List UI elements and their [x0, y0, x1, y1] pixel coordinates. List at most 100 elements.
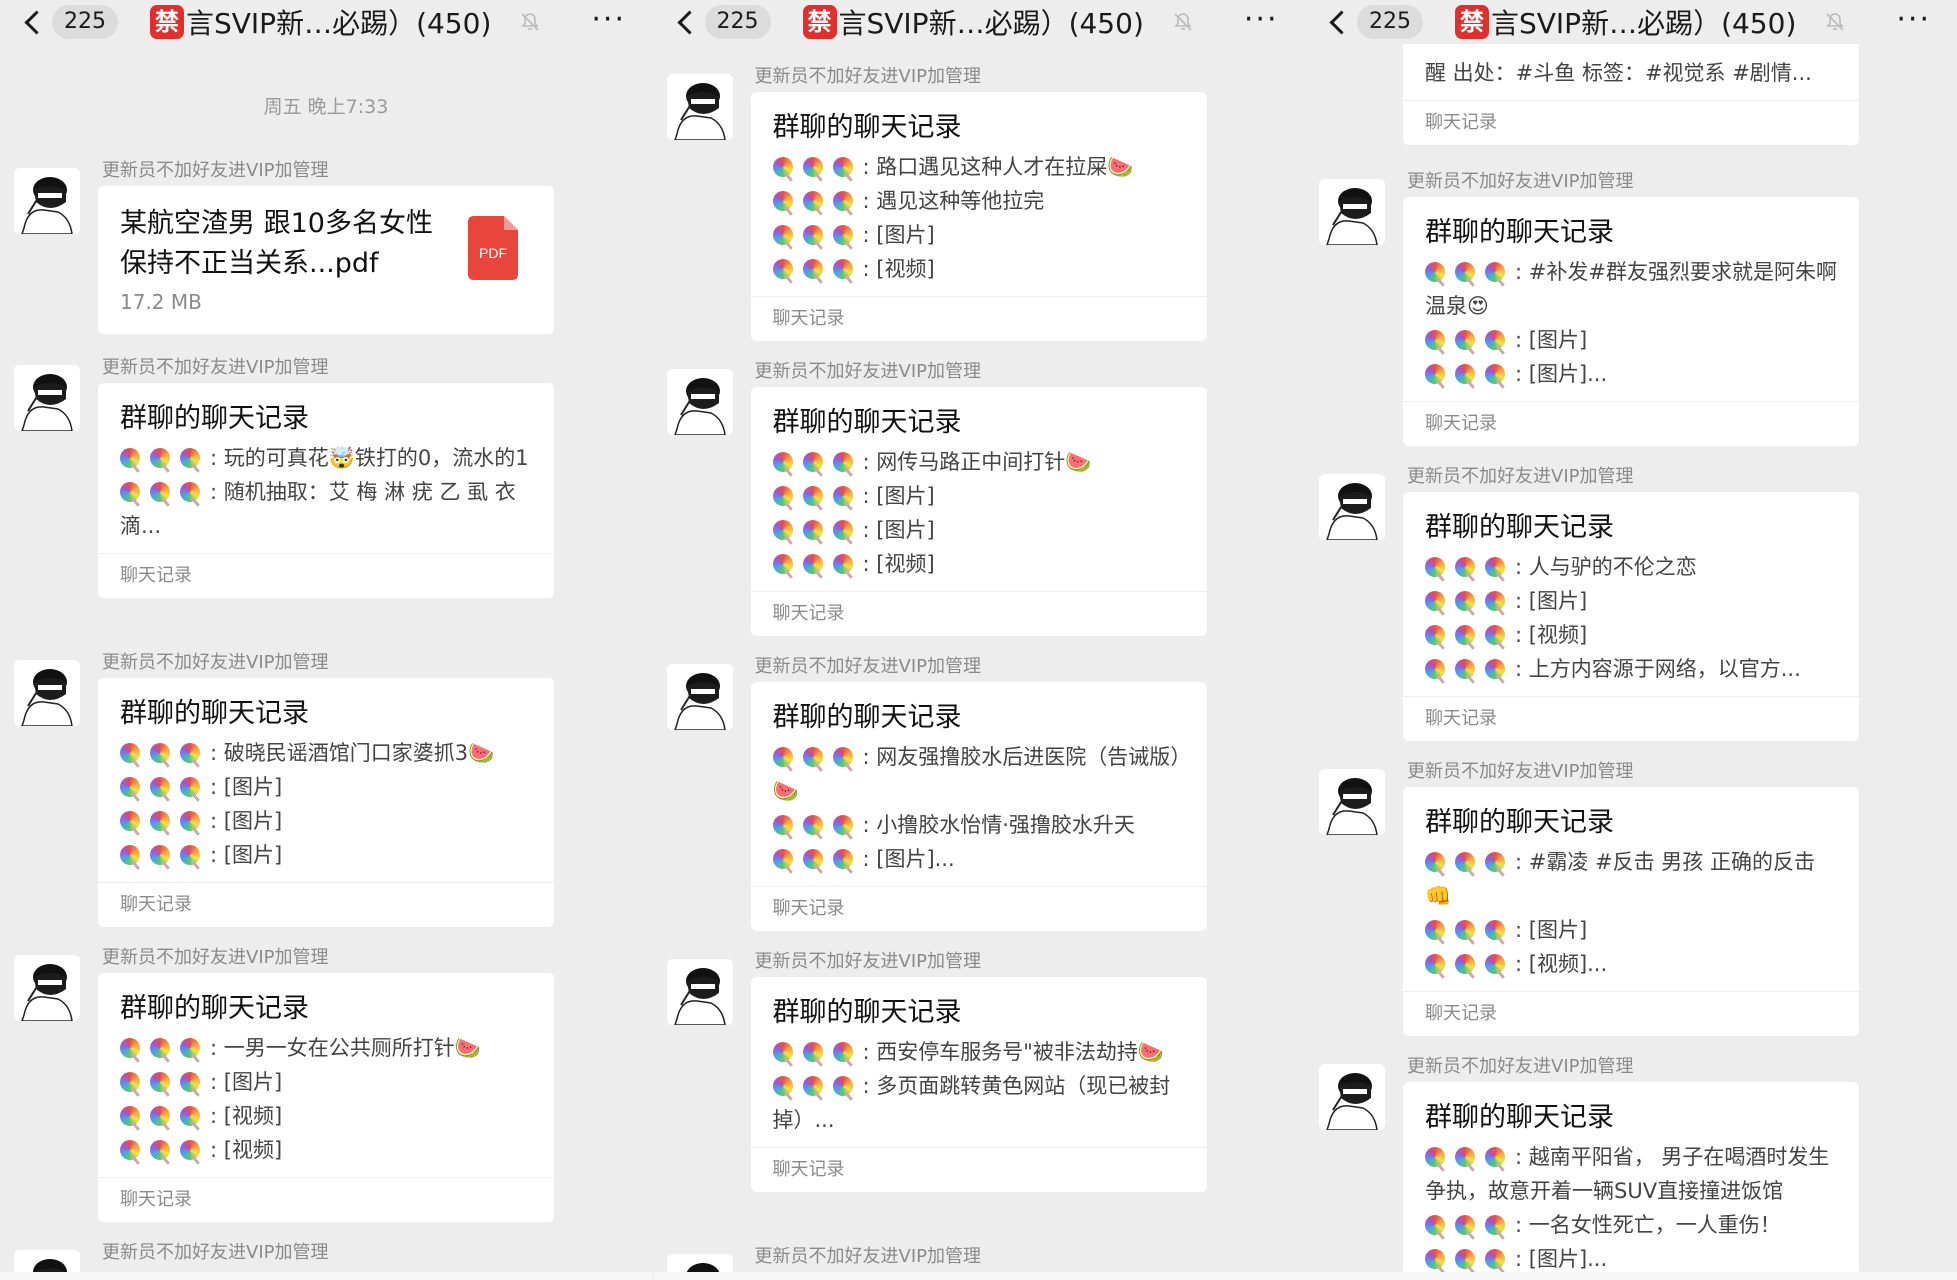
card-footer: 聊天记录 [1425, 112, 1497, 133]
message-list[interactable]: 醒 出处：#斗鱼 标签：#视觉系 #剧情... 聊天记录 更新员不加好友进VIP… [1305, 44, 1957, 1272]
sender-name: 更新员不加好友进VIP加管理 [102, 652, 329, 673]
record-line: : [图片] [772, 513, 1185, 547]
message-list[interactable]: 周五 晚上7:33 更新员不加好友进VIP加管理 某航空渣男 跟10多名女性保持… [0, 44, 652, 1272]
nav-bar: 225 禁 言SVIP新…必踢）(450) ··· [1305, 0, 1957, 44]
unread-count-badge[interactable]: 225 [1357, 5, 1423, 39]
record-line: : [视频] [1425, 618, 1837, 652]
message-list[interactable]: 更新员不加好友进VIP加管理 群聊的聊天记录 : 路口遇见这种人才在拉屎🍉 : … [653, 44, 1305, 1272]
record-line: : 遇见这种等他拉完 [772, 184, 1185, 218]
card-footer: 聊天记录 [120, 1189, 192, 1210]
mute-bell-icon [1172, 11, 1194, 33]
record-line: : [视频] [772, 252, 1185, 286]
record-line: : 越南平阳省， 男子在喝酒时发生争执，故意开着一辆SUV直接撞进饭馆 [1425, 1145, 1830, 1203]
avatar[interactable] [14, 168, 80, 234]
record-line: : [图片]... [1425, 357, 1837, 391]
avatar[interactable] [1319, 179, 1385, 245]
chat-panel-3: 225 禁 言SVIP新…必踢）(450) ··· 醒 出处：#斗鱼 标签：#视… [1305, 0, 1957, 1280]
group-title: 言SVIP新…必踢）(450) [186, 7, 492, 40]
record-line: : 破晓民谣酒馆门口家婆抓3🍉 [120, 736, 532, 770]
avatar[interactable] [666, 959, 733, 1025]
sender-name: 更新员不加好友进VIP加管理 [102, 160, 329, 181]
avatar[interactable] [14, 660, 80, 726]
nav-bar: 225 禁 言SVIP新…必踢）(450) ··· [652, 0, 1305, 44]
sender-name: 更新员不加好友进VIP加管理 [754, 361, 981, 382]
record-line: : 上方内容源于网络，以官方... [1425, 652, 1837, 686]
chat-record-card[interactable]: 群聊的聊天记录 : #霸凌 #反击 男孩 正确的反击👊 : [图片] : [视频… [1403, 787, 1859, 1036]
card-title: 群聊的聊天记录 [772, 702, 962, 733]
chat-record-card[interactable]: 群聊的聊天记录 : 一男一女在公共厕所打针🍉 : [图片] : [视频] : [… [98, 973, 554, 1222]
sender-name: 更新员不加好友进VIP加管理 [754, 1246, 981, 1267]
group-title-wrap[interactable]: 禁 言SVIP新…必踢）(450) [150, 2, 491, 42]
bottom-bar [0, 1272, 652, 1280]
record-line: : 网传马路正中间打针🍉 [772, 445, 1185, 479]
card-footer: 聊天记录 [1425, 708, 1497, 729]
sender-name: 更新员不加好友进VIP加管理 [102, 1242, 329, 1263]
record-line: : #补发#群友强烈要求就是阿朱啊 温泉😍 [1425, 260, 1837, 318]
record-line: : 西安停车服务号"被非法劫持🍉 [772, 1035, 1185, 1069]
group-title: 言SVIP新…必踢）(450) [838, 7, 1144, 40]
sender-name: 更新员不加好友进VIP加管理 [1407, 761, 1634, 782]
file-message-bubble[interactable]: 某航空渣男 跟10多名女性保持不正当关系...pdf 17.2 MB PDF [98, 186, 554, 334]
back-arrow-icon[interactable] [20, 7, 46, 37]
chat-record-card[interactable]: 群聊的聊天记录 : #补发#群友强烈要求就是阿朱啊 温泉😍 : [图片] : [… [1403, 197, 1859, 446]
record-line: : [图片] [120, 804, 532, 838]
screenshot-collage: 225 禁 言SVIP新…必踢）(450) ··· 周五 晚上7:33 更新员不… [0, 0, 1957, 1280]
chat-record-card[interactable]: 群聊的聊天记录 : 人与驴的不伦之恋 : [图片] : [视频] : 上方内容源… [1403, 492, 1859, 741]
record-line: : 一男一女在公共厕所打针🍉 [120, 1031, 532, 1065]
more-options-icon[interactable]: ··· [1896, 5, 1931, 35]
record-line: : [视频] [120, 1133, 532, 1167]
record-line: : 随机抽取：艾 梅 淋 疣 乙 虱 衣 滴... [120, 480, 516, 538]
avatar[interactable] [14, 365, 80, 431]
avatar[interactable] [1319, 769, 1385, 835]
pdf-file-icon: PDF [468, 216, 518, 280]
record-line: : 人与驴的不伦之恋 [1425, 550, 1837, 584]
chat-panel-2: 225 禁 言SVIP新…必踢）(450) ··· 更新员不加好友进VIP加管理… [652, 0, 1305, 1280]
group-title-wrap[interactable]: 禁 言SVIP新…必踢）(450) [802, 2, 1144, 42]
avatar[interactable] [666, 369, 733, 435]
record-line: : 路口遇见这种人才在拉屎🍉 [772, 150, 1185, 184]
unread-count-badge[interactable]: 225 [52, 5, 118, 39]
pdf-icon-label: PDF [479, 245, 507, 261]
card-footer: 聊天记录 [120, 894, 192, 915]
avatar[interactable] [14, 1250, 80, 1272]
unread-count-badge[interactable]: 225 [704, 5, 771, 39]
more-options-icon[interactable]: ··· [1244, 5, 1279, 35]
chat-record-card[interactable]: 群聊的聊天记录 : 越南平阳省， 男子在喝酒时发生争执，故意开着一辆SUV直接撞… [1403, 1082, 1859, 1272]
group-title: 言SVIP新…必踢）(450) [1491, 7, 1797, 40]
record-line: : [图片] [120, 770, 532, 804]
chat-record-card[interactable]: 醒 出处：#斗鱼 标签：#视觉系 #剧情... 聊天记录 [1403, 44, 1859, 145]
record-line: 醒 出处：#斗鱼 标签：#视觉系 #剧情... [1425, 61, 1812, 85]
avatar[interactable] [1319, 1064, 1385, 1130]
avatar[interactable] [14, 955, 80, 1021]
card-footer: 聊天记录 [772, 1159, 845, 1180]
record-line: : [图片] [1425, 584, 1837, 618]
avatar[interactable] [1319, 474, 1385, 540]
back-arrow-icon[interactable] [1325, 7, 1351, 37]
sender-name: 更新员不加好友进VIP加管理 [102, 947, 329, 968]
sender-name: 更新员不加好友进VIP加管理 [754, 951, 981, 972]
sender-name: 更新员不加好友进VIP加管理 [754, 66, 981, 87]
record-line: : 多页面跳转黄色网站（现已被封掉）... [772, 1074, 1171, 1132]
file-name: 某航空渣男 跟10多名女性保持不正当关系...pdf [120, 208, 433, 279]
chat-record-card[interactable]: 群聊的聊天记录 : 玩的可真花🤯铁打的0，流水的1 : 随机抽取：艾 梅 淋 疣… [98, 383, 554, 598]
avatar[interactable] [666, 664, 733, 730]
card-title: 群聊的聊天记录 [1425, 217, 1614, 248]
chat-record-card[interactable]: 群聊的聊天记录 : 网传马路正中间打针🍉 : [图片] : [图片] : [视频… [750, 387, 1207, 636]
ban-tag: 禁 [150, 5, 184, 39]
chat-record-card[interactable]: 群聊的聊天记录 : 网友强撸胶水后进医院（告诫版）🍉 : 小撸胶水怡情·强撸胶水… [750, 682, 1207, 931]
chat-record-card[interactable]: 群聊的聊天记录 : 西安停车服务号"被非法劫持🍉 : 多页面跳转黄色网站（现已被… [750, 977, 1207, 1192]
avatar[interactable] [666, 1254, 733, 1272]
card-title: 群聊的聊天记录 [120, 993, 309, 1024]
more-options-icon[interactable]: ··· [591, 5, 626, 35]
record-line: : 一名女性死亡，一人重伤！ [1425, 1208, 1837, 1242]
chat-record-card[interactable]: 群聊的聊天记录 : 路口遇见这种人才在拉屎🍉 : 遇见这种等他拉完 : [图片]… [750, 92, 1207, 341]
mute-bell-icon [519, 11, 541, 33]
card-footer: 聊天记录 [120, 565, 192, 586]
group-title-wrap[interactable]: 禁 言SVIP新…必踢）(450) [1455, 2, 1796, 42]
chat-record-card[interactable]: 群聊的聊天记录 : 破晓民谣酒馆门口家婆抓3🍉 : [图片] : [图片] : … [98, 678, 554, 927]
record-line: : [图片] [1425, 913, 1837, 947]
back-arrow-icon[interactable] [673, 7, 699, 37]
card-title: 群聊的聊天记录 [120, 698, 309, 729]
avatar[interactable] [666, 74, 733, 140]
record-line: : [图片]... [772, 842, 1185, 876]
